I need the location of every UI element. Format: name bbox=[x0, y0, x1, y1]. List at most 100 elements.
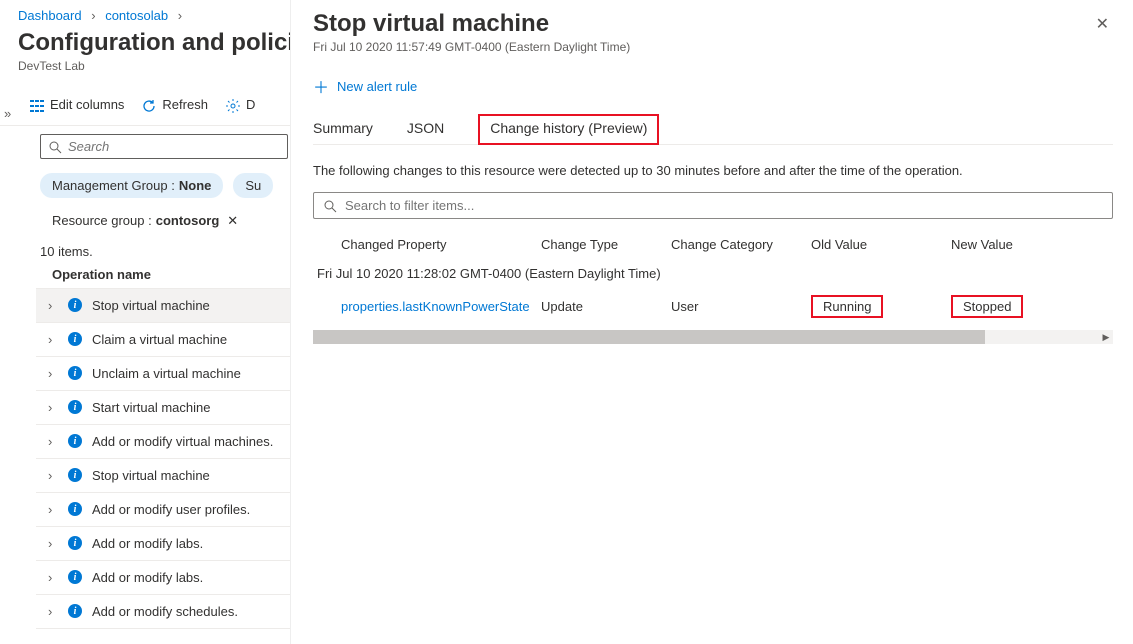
search-input[interactable] bbox=[68, 139, 279, 154]
pill-resource-group[interactable]: Resource group : contosorg ✕ bbox=[40, 208, 250, 234]
search-input-wrap[interactable] bbox=[40, 134, 288, 159]
operation-row[interactable]: › i Add or modify virtual machines. bbox=[36, 425, 290, 459]
pill-remove-icon[interactable]: ✕ bbox=[227, 213, 238, 229]
pill-value: contosorg bbox=[156, 213, 220, 228]
operation-name: Unclaim a virtual machine bbox=[92, 366, 241, 381]
plus-icon: ＋ bbox=[313, 74, 329, 98]
tabs: Summary JSON Change history (Preview) bbox=[313, 120, 1113, 145]
operation-row[interactable]: › i Add or modify labs. bbox=[36, 527, 290, 561]
close-button[interactable]: ✕ bbox=[1092, 10, 1113, 38]
toolbar: Edit columns Refresh D bbox=[0, 91, 290, 126]
operation-column-header: Operation name bbox=[52, 267, 290, 282]
pill-label: Management Group : bbox=[52, 178, 175, 193]
pill-label: Su bbox=[245, 178, 261, 193]
breadcrumb-item[interactable]: contosolab bbox=[105, 8, 168, 23]
operation-row[interactable]: ›iAdd or modify schedules. bbox=[36, 595, 290, 629]
panel-timestamp: Fri Jul 10 2020 11:57:49 GMT-0400 (Easte… bbox=[313, 40, 630, 54]
info-icon: i bbox=[68, 298, 82, 312]
tab-summary[interactable]: Summary bbox=[313, 120, 373, 144]
cell-change-category: User bbox=[671, 299, 811, 314]
operation-name: Add or modify labs. bbox=[92, 570, 203, 585]
gear-icon bbox=[226, 97, 240, 113]
panel-title: Stop virtual machine bbox=[313, 10, 630, 38]
col-change-type: Change Type bbox=[541, 237, 671, 252]
operation-name: Stop virtual machine bbox=[92, 468, 210, 483]
new-alert-button[interactable]: ＋ New alert rule bbox=[313, 74, 1113, 98]
toolbar-more-button[interactable]: D bbox=[226, 97, 255, 113]
info-icon: i bbox=[68, 468, 82, 482]
operation-list: › i Stop virtual machine › i Claim a virtual … bbox=[36, 288, 290, 629]
tab-change-history[interactable]: Change history (Preview) bbox=[478, 114, 659, 145]
refresh-icon bbox=[142, 97, 156, 113]
info-icon: i bbox=[68, 570, 82, 584]
info-icon: i bbox=[68, 434, 82, 448]
new-alert-label: New alert rule bbox=[337, 79, 417, 94]
cell-change-type: Update bbox=[541, 299, 671, 314]
chevron-right-icon: › bbox=[48, 536, 58, 551]
chevron-right-icon: › bbox=[48, 400, 58, 415]
operation-name: Claim a virtual machine bbox=[92, 332, 227, 347]
edit-columns-label: Edit columns bbox=[50, 97, 124, 112]
toolbar-more-label: D bbox=[246, 97, 255, 112]
operation-row[interactable]: › i Claim a virtual machine bbox=[36, 323, 290, 357]
operation-row[interactable]: › i Unclaim a virtual machine bbox=[36, 357, 290, 391]
chevron-right-icon: › bbox=[48, 366, 58, 381]
scroll-right-icon[interactable]: ▶ bbox=[1099, 330, 1113, 344]
detail-panel: Stop virtual machine Fri Jul 10 2020 11:… bbox=[290, 0, 1133, 644]
operation-row[interactable]: › i Stop virtual machine bbox=[36, 289, 290, 323]
chevron-right-icon: › bbox=[48, 604, 58, 619]
operation-name: Start virtual machine bbox=[92, 400, 211, 415]
operation-row[interactable]: › i Stop virtual machine bbox=[36, 459, 290, 493]
horizontal-scrollbar[interactable]: ◀ ▶ bbox=[313, 330, 1113, 344]
grid-data-row[interactable]: properties.lastKnownPowerState Update Us… bbox=[313, 289, 1113, 324]
chevron-right-icon: › bbox=[48, 502, 58, 517]
filter-search-icon bbox=[324, 198, 337, 213]
chevron-right-icon: › bbox=[48, 332, 58, 347]
col-new-value: New Value bbox=[951, 237, 1091, 252]
breadcrumb: Dashboard › contosolab › bbox=[18, 8, 290, 23]
search-icon bbox=[49, 139, 62, 154]
info-icon: i bbox=[68, 536, 82, 550]
pill-management-group[interactable]: Management Group : None bbox=[40, 173, 223, 198]
chevron-right-icon: › bbox=[48, 298, 58, 313]
operation-row[interactable]: › i Add or modify user profiles. bbox=[36, 493, 290, 527]
edit-columns-button[interactable]: Edit columns bbox=[30, 97, 124, 113]
info-icon: i bbox=[68, 400, 82, 414]
columns-icon bbox=[30, 97, 44, 112]
chevron-right-icon: › bbox=[48, 468, 58, 483]
change-description: The following changes to this resource w… bbox=[313, 163, 1113, 178]
pill-value: None bbox=[179, 178, 212, 193]
operation-name: Add or modify user profiles. bbox=[92, 502, 250, 517]
expand-panel-icon[interactable]: » bbox=[4, 106, 11, 121]
operation-name: Add or modify virtual machines. bbox=[92, 434, 273, 449]
pill-label: Resource group : bbox=[52, 213, 152, 228]
cell-property[interactable]: properties.lastKnownPowerState bbox=[341, 299, 541, 314]
chevron-right-icon: › bbox=[48, 434, 58, 449]
info-icon: i bbox=[68, 366, 82, 380]
breadcrumb-sep: › bbox=[178, 8, 182, 23]
tab-json[interactable]: JSON bbox=[407, 120, 444, 144]
operation-row[interactable]: › i Start virtual machine bbox=[36, 391, 290, 425]
refresh-label: Refresh bbox=[162, 97, 208, 112]
operation-name: Add or modify schedules. bbox=[92, 604, 238, 619]
filter-input[interactable] bbox=[345, 198, 1102, 213]
pill-subscription[interactable]: Su bbox=[233, 173, 273, 198]
col-change-category: Change Category bbox=[671, 237, 811, 252]
info-icon: i bbox=[68, 502, 82, 516]
operation-name: Stop virtual machine bbox=[92, 298, 210, 313]
col-changed-property: Changed Property bbox=[341, 237, 541, 252]
cell-new-value: Stopped bbox=[951, 295, 1023, 318]
refresh-button[interactable]: Refresh bbox=[142, 97, 208, 113]
grid-group-time: Fri Jul 10 2020 11:28:02 GMT-0400 (Easte… bbox=[313, 258, 1113, 289]
filter-input-wrap[interactable] bbox=[313, 192, 1113, 219]
change-grid: Changed Property Change Type Change Cate… bbox=[313, 231, 1113, 344]
grid-header-row: Changed Property Change Type Change Cate… bbox=[313, 231, 1113, 258]
col-old-value: Old Value bbox=[811, 237, 951, 252]
chevron-right-icon: › bbox=[48, 570, 58, 585]
scroll-thumb[interactable] bbox=[313, 330, 985, 344]
breadcrumb-sep: › bbox=[91, 8, 95, 23]
operation-name: Add or modify labs. bbox=[92, 536, 203, 551]
operation-row[interactable]: › i Add or modify labs. bbox=[36, 561, 290, 595]
breadcrumb-root[interactable]: Dashboard bbox=[18, 8, 82, 23]
info-icon: i bbox=[68, 332, 82, 346]
